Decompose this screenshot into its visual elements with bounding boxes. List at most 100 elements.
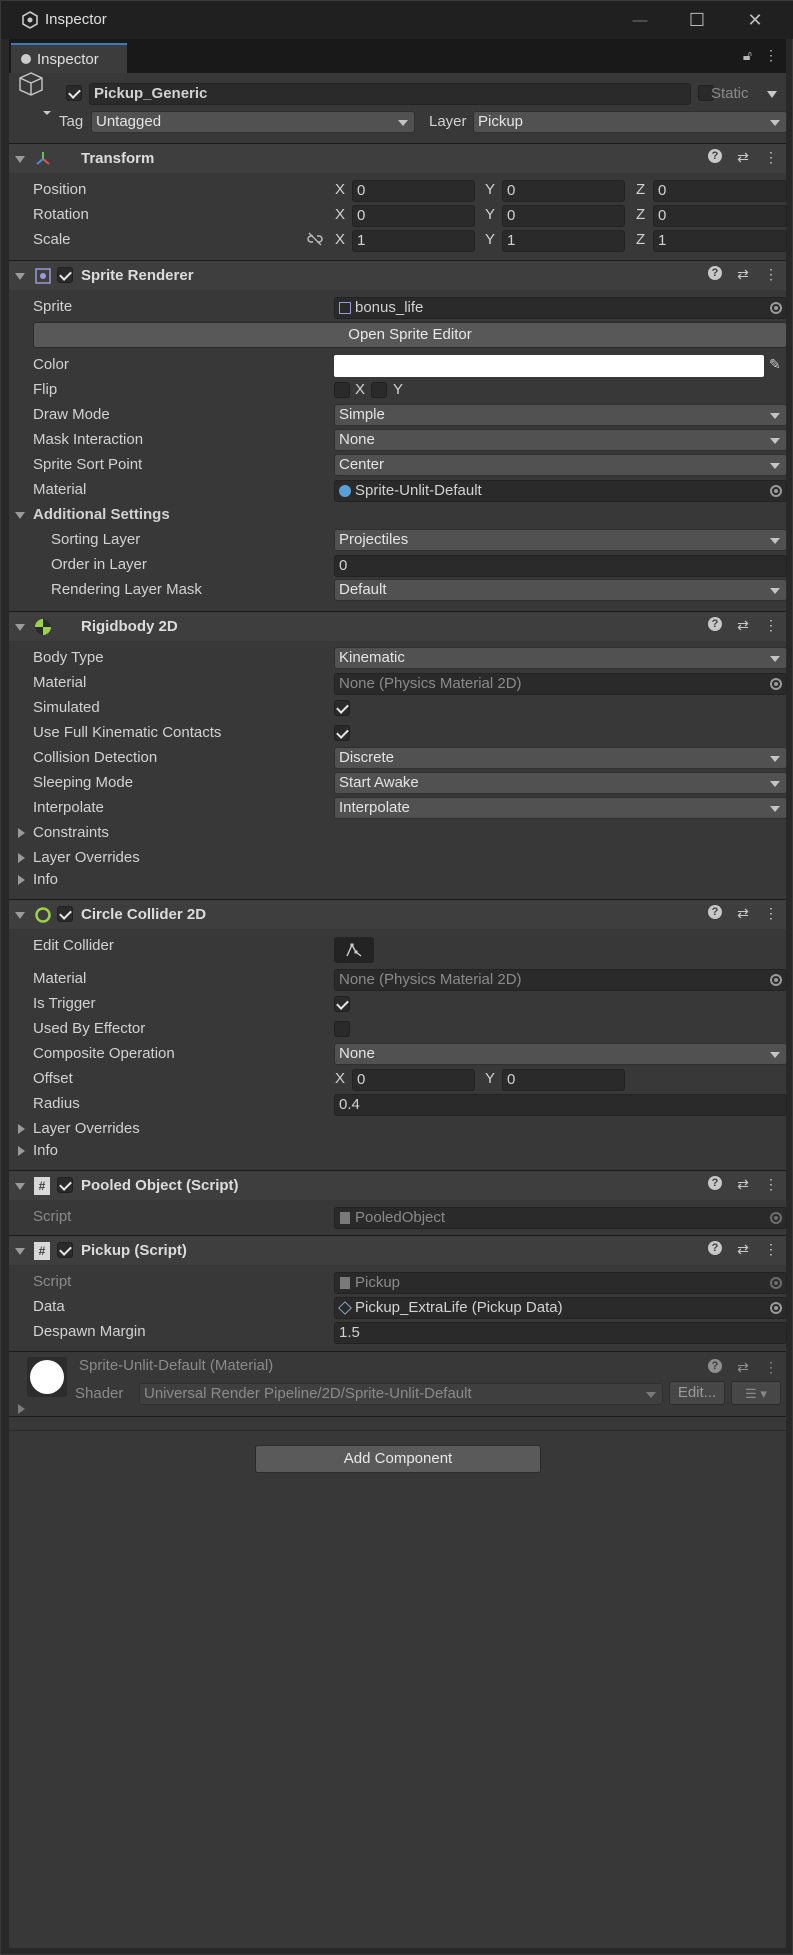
component-menu-icon[interactable]: ⋮ (764, 149, 778, 166)
fold-arrow-icon[interactable] (15, 624, 25, 631)
maximize-button[interactable]: ☐ (673, 5, 721, 35)
presets-icon[interactable]: ⇄ (736, 266, 750, 283)
gameobject-active-checkbox[interactable] (66, 85, 82, 101)
tag-dropdown[interactable]: Untagged (91, 111, 415, 133)
despawn-margin-field[interactable]: 1.5 (334, 1322, 787, 1344)
radius-field[interactable]: 0.4 (334, 1094, 787, 1116)
color-swatch[interactable] (334, 355, 764, 377)
presets-icon[interactable]: ⇄ (736, 149, 750, 166)
object-picker-icon[interactable] (770, 1302, 782, 1314)
fold-arrow-icon[interactable] (15, 1183, 25, 1190)
cc-layer-overrides-foldout[interactable]: Layer Overrides (33, 1120, 140, 1137)
lock-icon[interactable]: 🔓︎ (743, 47, 752, 64)
component-menu-icon[interactable]: ⋮ (764, 1241, 778, 1258)
presets-icon[interactable]: ⇄ (736, 905, 750, 922)
shader-dropdown[interactable]: Universal Render Pipeline/2D/Sprite-Unli… (139, 1383, 663, 1405)
position-z-field[interactable]: 0 (653, 180, 787, 202)
help-icon[interactable]: ? (708, 149, 722, 163)
eyedropper-icon[interactable]: ✎ (769, 356, 787, 376)
circle-collider-header[interactable]: Circle Collider 2D ? ⇄ ⋮ (9, 899, 786, 929)
scale-x-field[interactable]: 1 (352, 230, 475, 252)
rb-layer-overrides-fold-icon[interactable] (18, 853, 25, 863)
position-x-field[interactable]: 0 (352, 180, 475, 202)
fold-arrow-icon[interactable] (15, 156, 25, 163)
circle-collider-enabled-checkbox[interactable] (57, 906, 73, 922)
shader-edit-button[interactable]: Edit... (669, 1381, 725, 1405)
transform-header[interactable]: Transform ? ⇄ ⋮ (9, 143, 786, 173)
cc-material-field[interactable]: None (Physics Material 2D) (334, 969, 787, 991)
rotation-y-field[interactable]: 0 (502, 205, 625, 227)
presets-icon[interactable]: ⇄ (736, 1176, 750, 1193)
add-component-button[interactable]: Add Component (255, 1445, 541, 1473)
order-in-layer-field[interactable]: 0 (334, 555, 787, 577)
component-menu-icon[interactable]: ⋮ (764, 617, 778, 634)
scale-z-field[interactable]: 1 (653, 230, 787, 252)
rotation-x-field[interactable]: 0 (352, 205, 475, 227)
cc-info-fold-icon[interactable] (18, 1146, 25, 1156)
gameobject-name-field[interactable]: Pickup_Generic (89, 83, 691, 105)
used-by-effector-checkbox[interactable] (334, 1021, 350, 1037)
composite-operation-dropdown[interactable]: None (334, 1043, 787, 1065)
pickup-script-enabled-checkbox[interactable] (57, 1242, 73, 1258)
constraints-foldout[interactable]: Constraints (33, 824, 109, 841)
scale-y-field[interactable]: 1 (502, 230, 625, 252)
pickup-script-header[interactable]: # Pickup (Script) ? ⇄ ⋮ (9, 1235, 786, 1265)
component-menu-icon[interactable]: ⋮ (764, 905, 778, 922)
rb-info-fold-icon[interactable] (18, 875, 25, 885)
tab-menu-icon[interactable]: ⋮ (764, 47, 778, 64)
fold-arrow-icon[interactable] (15, 912, 25, 919)
close-button[interactable]: ✕ (731, 5, 779, 35)
sprite-renderer-header[interactable]: Sprite Renderer ? ⇄ ⋮ (9, 260, 786, 290)
rb-layer-overrides-foldout[interactable]: Layer Overrides (33, 849, 140, 866)
sleeping-mode-dropdown[interactable]: Start Awake (334, 772, 787, 794)
rb-material-field[interactable]: None (Physics Material 2D) (334, 673, 787, 695)
rb-info-foldout[interactable]: Info (33, 871, 58, 888)
icon-dropdown-arrow-icon[interactable] (43, 111, 51, 115)
is-trigger-checkbox[interactable] (334, 996, 350, 1012)
position-y-field[interactable]: 0 (502, 180, 625, 202)
static-dropdown-icon[interactable] (767, 91, 777, 98)
layer-dropdown[interactable]: Pickup (473, 111, 787, 133)
edit-collider-button[interactable] (334, 937, 374, 963)
sprite-sort-point-dropdown[interactable]: Center (334, 454, 787, 476)
help-icon[interactable]: ? (708, 266, 722, 280)
fold-arrow-icon[interactable] (15, 1248, 25, 1255)
open-sprite-editor-button[interactable]: Open Sprite Editor (33, 322, 787, 348)
simulated-checkbox[interactable] (334, 700, 350, 716)
help-icon[interactable]: ? (708, 1176, 722, 1190)
object-picker-icon[interactable] (770, 302, 782, 314)
presets-icon[interactable]: ⇄ (736, 617, 750, 634)
rendering-layer-mask-dropdown[interactable]: Default (334, 579, 787, 601)
help-icon[interactable]: ? (708, 905, 722, 919)
offset-x-field[interactable]: 0 (352, 1069, 475, 1091)
presets-icon[interactable]: ⇄ (736, 1359, 750, 1376)
object-picker-icon[interactable] (770, 678, 782, 690)
constraints-fold-icon[interactable] (18, 828, 25, 838)
sorting-layer-dropdown[interactable]: Projectiles (334, 529, 787, 551)
cc-info-foldout[interactable]: Info (33, 1142, 58, 1159)
rigidbody-header[interactable]: Rigidbody 2D ? ⇄ ⋮ (9, 611, 786, 641)
collision-detection-dropdown[interactable]: Discrete (334, 747, 787, 769)
material-fold-icon[interactable] (18, 1404, 25, 1414)
presets-icon[interactable]: ⇄ (736, 1241, 750, 1258)
flip-x-checkbox[interactable] (334, 382, 350, 398)
rotation-z-field[interactable]: 0 (653, 205, 787, 227)
additional-settings-label[interactable]: Additional Settings (33, 506, 170, 523)
object-picker-icon[interactable] (770, 485, 782, 497)
pooled-object-enabled-checkbox[interactable] (57, 1177, 73, 1193)
shader-options-button[interactable]: ☰ ▾ (731, 1381, 781, 1405)
cc-layer-overrides-fold-icon[interactable] (18, 1124, 25, 1134)
fold-arrow-icon[interactable] (15, 273, 25, 280)
minimize-button[interactable]: — (616, 5, 664, 35)
component-menu-icon[interactable]: ⋮ (764, 1359, 778, 1376)
data-field[interactable]: Pickup_ExtraLife (Pickup Data) (334, 1297, 787, 1319)
object-picker-icon[interactable] (770, 974, 782, 986)
help-icon[interactable]: ? (708, 1359, 722, 1373)
sprite-field[interactable]: bonus_life (334, 297, 787, 319)
pooled-object-header[interactable]: # Pooled Object (Script) ? ⇄ ⋮ (9, 1170, 786, 1200)
help-icon[interactable]: ? (708, 617, 722, 631)
body-type-dropdown[interactable]: Kinematic (334, 647, 787, 669)
additional-settings-fold-icon[interactable] (15, 512, 25, 519)
mask-interaction-dropdown[interactable]: None (334, 429, 787, 451)
unlink-icon[interactable] (307, 232, 323, 246)
